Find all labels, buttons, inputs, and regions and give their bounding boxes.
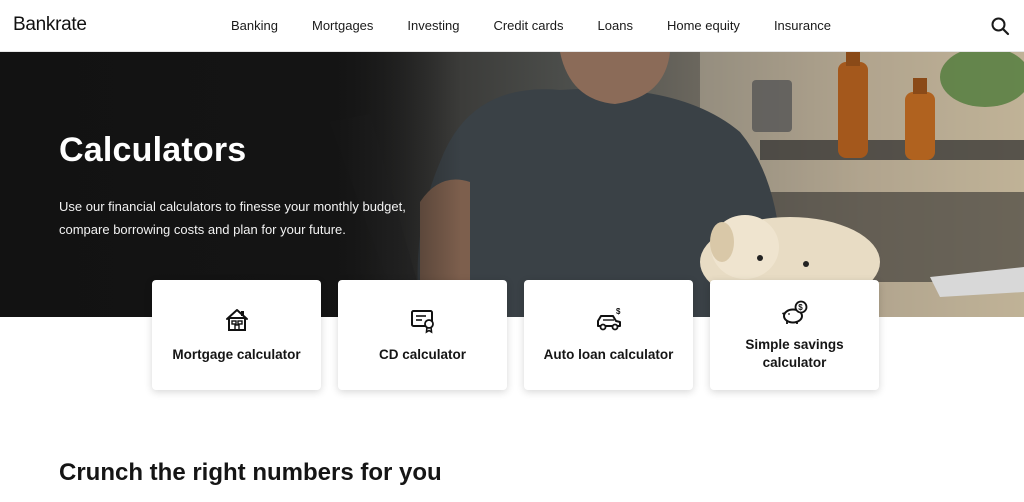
- hero-banner: Calculators Use our financial calculator…: [0, 52, 1024, 317]
- nav-item-investing[interactable]: Investing: [407, 18, 459, 34]
- simple-savings-calculator-label: Simple savings calculator: [710, 336, 879, 372]
- hero-subtitle-line-1: Use our financial calculators to finesse…: [59, 199, 406, 214]
- hero-subtitle-line-2: compare borrowing costs and plan for you…: [59, 222, 346, 237]
- mortgage-calculator-card[interactable]: Mortgage calculator: [152, 280, 321, 390]
- certificate-icon: [410, 310, 434, 334]
- hero-subtitle: Use our financial calculators to finesse…: [59, 195, 409, 241]
- simple-savings-label-line-1: Simple savings: [745, 337, 844, 352]
- simple-savings-label-line-2: calculator: [762, 355, 827, 370]
- search-button[interactable]: [990, 16, 1010, 36]
- car-dollar-icon: $: [596, 307, 621, 331]
- page-title: Calculators: [59, 131, 247, 169]
- piggy-bank-icon: $: [781, 300, 807, 324]
- svg-text:$: $: [798, 303, 803, 312]
- svg-text:$: $: [616, 307, 621, 316]
- top-navigation-bar: Bankrate Banking Mortgages Investing Cre…: [0, 0, 1024, 52]
- calculator-cards: Mortgage calculator CD calculator $ Auto…: [152, 280, 879, 390]
- nav-item-mortgages[interactable]: Mortgages: [312, 18, 373, 34]
- section-heading: Crunch the right numbers for you: [59, 459, 442, 486]
- cd-calculator-card[interactable]: CD calculator: [338, 280, 507, 390]
- mortgage-calculator-label: Mortgage calculator: [172, 347, 301, 362]
- simple-savings-calculator-card[interactable]: $ Simple savings calculator: [710, 280, 879, 390]
- bankrate-logo[interactable]: Bankrate: [13, 14, 87, 36]
- nav-item-banking[interactable]: Banking: [231, 18, 278, 34]
- house-icon: [225, 309, 248, 331]
- nav-item-loans[interactable]: Loans: [598, 18, 633, 34]
- nav-item-credit-cards[interactable]: Credit cards: [493, 18, 563, 34]
- nav-item-insurance[interactable]: Insurance: [774, 18, 831, 34]
- hero-photo: [0, 52, 1024, 317]
- nav-item-home-equity[interactable]: Home equity: [667, 18, 740, 34]
- search-icon: [991, 17, 1010, 36]
- auto-loan-calculator-card[interactable]: $ Auto loan calculator: [524, 280, 693, 390]
- cd-calculator-label: CD calculator: [378, 347, 467, 362]
- main-nav: Banking Mortgages Investing Credit cards…: [231, 18, 865, 34]
- auto-loan-calculator-label: Auto loan calculator: [543, 347, 674, 362]
